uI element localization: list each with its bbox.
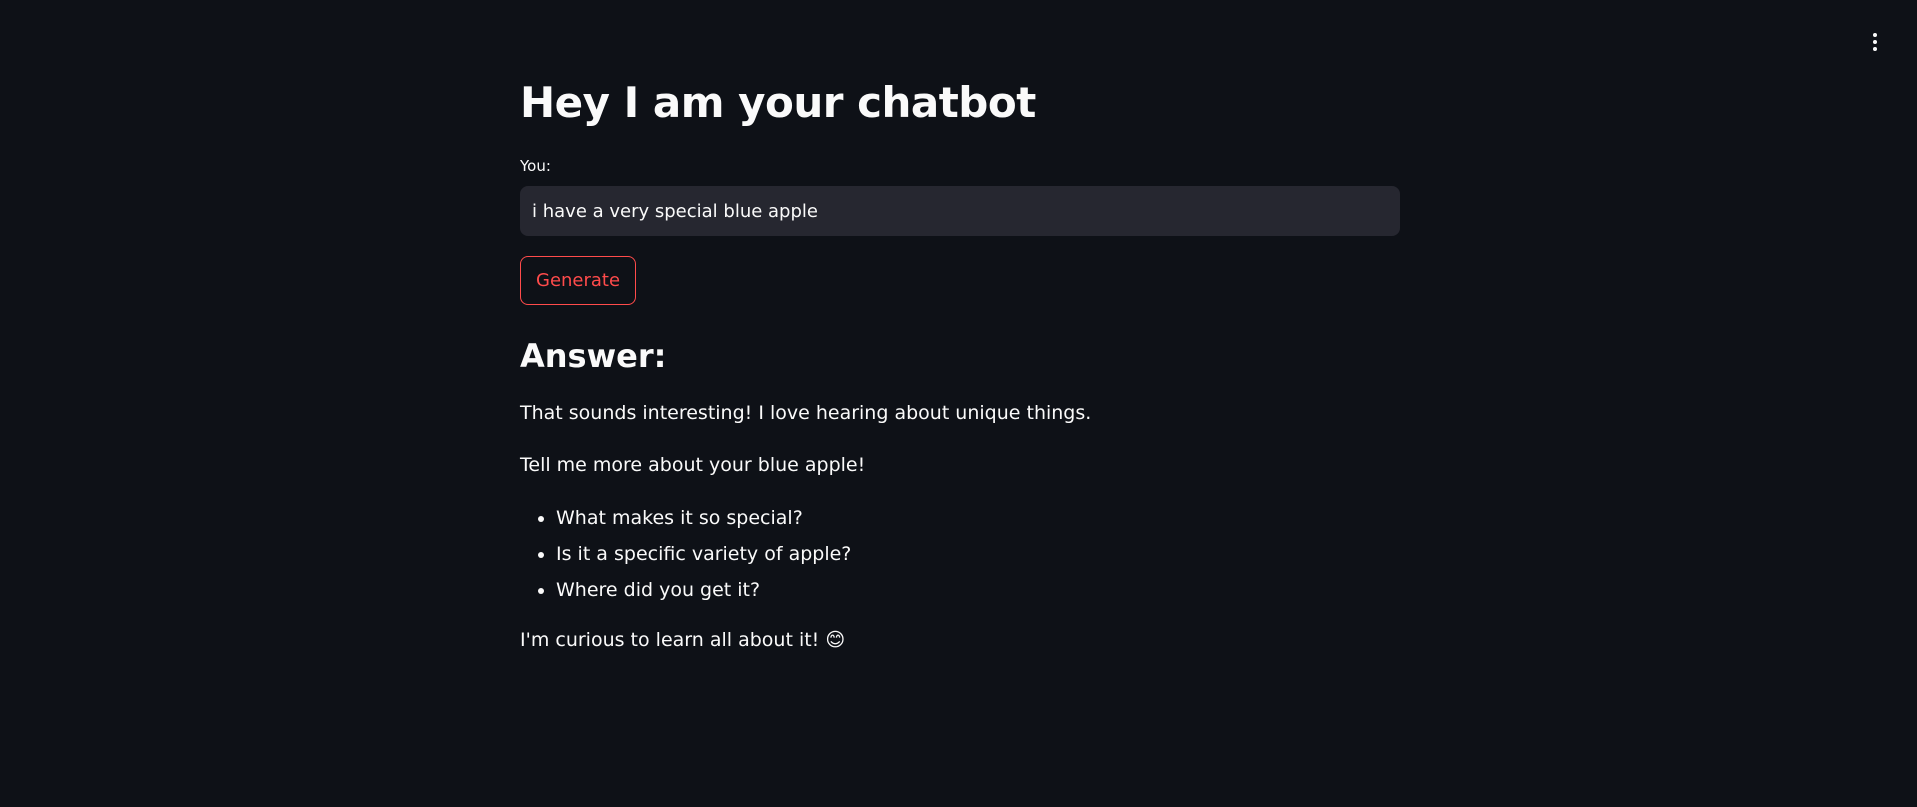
list-item: What makes it so special? bbox=[556, 503, 851, 539]
main-menu-button[interactable] bbox=[1865, 28, 1885, 56]
message-input[interactable] bbox=[520, 186, 1400, 236]
vertical-dots-icon bbox=[1873, 47, 1877, 51]
generate-button[interactable]: Generate bbox=[520, 256, 637, 305]
answer-paragraph: Tell me more about your blue apple! bbox=[520, 454, 866, 476]
app-window: Hey I am your chatbot You: Generate Answ… bbox=[0, 0, 1917, 807]
page-title: Hey I am your chatbot bbox=[520, 78, 1036, 127]
answer-list: What makes it so special? Is it a specif… bbox=[520, 503, 851, 611]
vertical-dots-icon bbox=[1873, 33, 1877, 37]
list-item: Is it a specific variety of apple? bbox=[556, 539, 851, 575]
vertical-dots-icon bbox=[1873, 40, 1877, 44]
input-label: You: bbox=[520, 157, 551, 175]
answer-heading: Answer: bbox=[520, 337, 667, 375]
answer-paragraph: That sounds interesting! I love hearing … bbox=[520, 402, 1092, 424]
answer-paragraph: I'm curious to learn all about it! 😊 bbox=[520, 629, 846, 651]
list-item: Where did you get it? bbox=[556, 575, 851, 611]
